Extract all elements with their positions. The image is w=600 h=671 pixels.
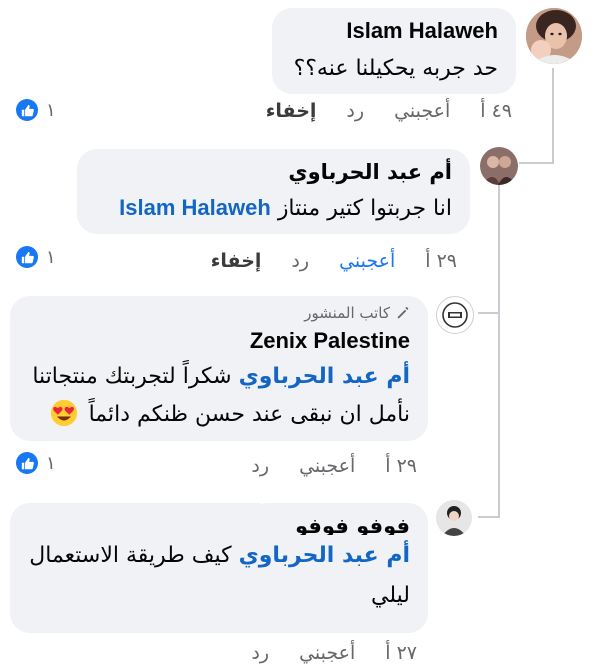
comment-author[interactable]: Zenix Palestine [24, 328, 410, 354]
like-button[interactable]: أعجبني [394, 100, 450, 122]
comment-text: أم عبد الحرباوي كيف طريقة الاستعمال [24, 539, 410, 573]
mention-link[interactable]: أم عبد الحرباوي [239, 543, 410, 568]
pencil-icon [397, 307, 409, 319]
reaction-summary-3[interactable]: ١ [16, 452, 56, 474]
thumbs-up-icon [16, 99, 38, 121]
comment-text: حد جربه يحكيلنا عنه؟؟ [293, 56, 498, 81]
thread-line-1-foot [519, 162, 554, 164]
avatar-photo-icon [480, 147, 518, 185]
reply-button[interactable]: رد [251, 455, 269, 477]
like-button[interactable]: أعجبني [339, 250, 395, 272]
hide-button[interactable]: إخفاء [211, 250, 262, 272]
like-button[interactable]: أعجبني [299, 642, 355, 664]
thread-line-2-foot-b [478, 516, 499, 518]
comment-time[interactable]: ٢٩ أ [425, 250, 457, 272]
comment-actions-1: ٤٩ أ أعجبني رد إخفاء [266, 100, 512, 122]
reaction-count: ١ [46, 99, 56, 121]
comment-bubble-4-top-left [10, 503, 260, 543]
mention-link[interactable]: أم عبد الحرباوي [239, 364, 410, 389]
avatar-fofo[interactable] [436, 500, 472, 536]
comment-text-line2: نأمل ان نبقى عند حسن ظنكم دائماً [24, 398, 410, 432]
comment-actions-4: ٢٧ أ أعجبني رد [251, 642, 417, 664]
like-button[interactable]: أعجبني [299, 455, 355, 477]
comment-bubble-3: كاتب المنشور Zenix Palestine أم عبد الحر… [10, 296, 428, 441]
comment-text: انا جربتوا كتير منتاز Islam Halaweh [95, 191, 452, 226]
avatar-islam-halaweh[interactable] [526, 8, 582, 64]
comment-body-line1: شكراً لتجربتك منتجاتنا [32, 364, 232, 389]
thumbs-up-icon [16, 246, 38, 268]
reaction-summary-1[interactable]: ١ [16, 99, 56, 121]
reaction-count: ١ [46, 246, 56, 268]
comment-time[interactable]: ٢٩ أ [385, 455, 417, 477]
thumbs-up-icon [16, 452, 38, 474]
thread-line-2-foot-a [478, 312, 499, 314]
thread-line-2 [498, 184, 500, 518]
comment-body-line1: كيف طريقة الاستعمال [29, 543, 232, 568]
comment-body: انا جربتوا كتير منتاز [277, 196, 452, 221]
heart-eyes-emoji-icon [50, 399, 77, 427]
thread-line-1 [552, 68, 554, 164]
comment-thread: Islam Halaweh حد جربه يحكيلنا عنه؟؟ ٤٩ أ… [0, 0, 600, 671]
hide-button[interactable]: إخفاء [266, 100, 317, 122]
comment-author[interactable]: Islam Halaweh [290, 18, 498, 44]
comment-text: أم عبد الحرباوي شكراً لتجربتك منتجاتنا [24, 360, 410, 394]
author-badge: كاتب المنشور [24, 304, 410, 322]
mention-link[interactable]: Islam Halaweh [119, 195, 271, 220]
comment-bubble-1: Islam Halaweh حد جربه يحكيلنا عنه؟؟ [272, 8, 516, 94]
comment-time[interactable]: ٤٩ أ [480, 100, 512, 122]
comment-actions-3: ٢٩ أ أعجبني رد [251, 455, 417, 477]
comment-actions-2: ٢٩ أ أعجبني رد إخفاء [211, 250, 457, 272]
avatar-photo-icon [436, 500, 472, 536]
comment-author[interactable]: أم عبد الحرباوي [95, 159, 452, 185]
comment-bubble-2: أم عبد الحرباوي انا جربتوا كتير منتاز Is… [77, 149, 470, 234]
avatar-um-abed[interactable] [480, 147, 518, 185]
badge-label: كاتب المنشور [304, 304, 390, 322]
reply-button[interactable]: رد [291, 250, 309, 272]
reply-button[interactable]: رد [346, 100, 364, 122]
zenix-logo-icon [442, 302, 468, 328]
avatar-zenix-palestine[interactable] [436, 296, 474, 334]
reaction-count: ١ [46, 452, 56, 474]
comment-bubble-4-wide: أم عبد الحرباوي كيف طريقة الاستعمال ليلي [10, 535, 428, 633]
comment-body-line2: نأمل ان نبقى عند حسن ظنكم دائماً [88, 402, 410, 427]
reaction-summary-2[interactable]: ١ [16, 246, 56, 268]
comment-time[interactable]: ٢٧ أ [385, 642, 417, 664]
comment-body-line2: ليلي [371, 583, 410, 608]
avatar-photo-icon [526, 8, 582, 64]
reply-button[interactable]: رد [251, 642, 269, 664]
